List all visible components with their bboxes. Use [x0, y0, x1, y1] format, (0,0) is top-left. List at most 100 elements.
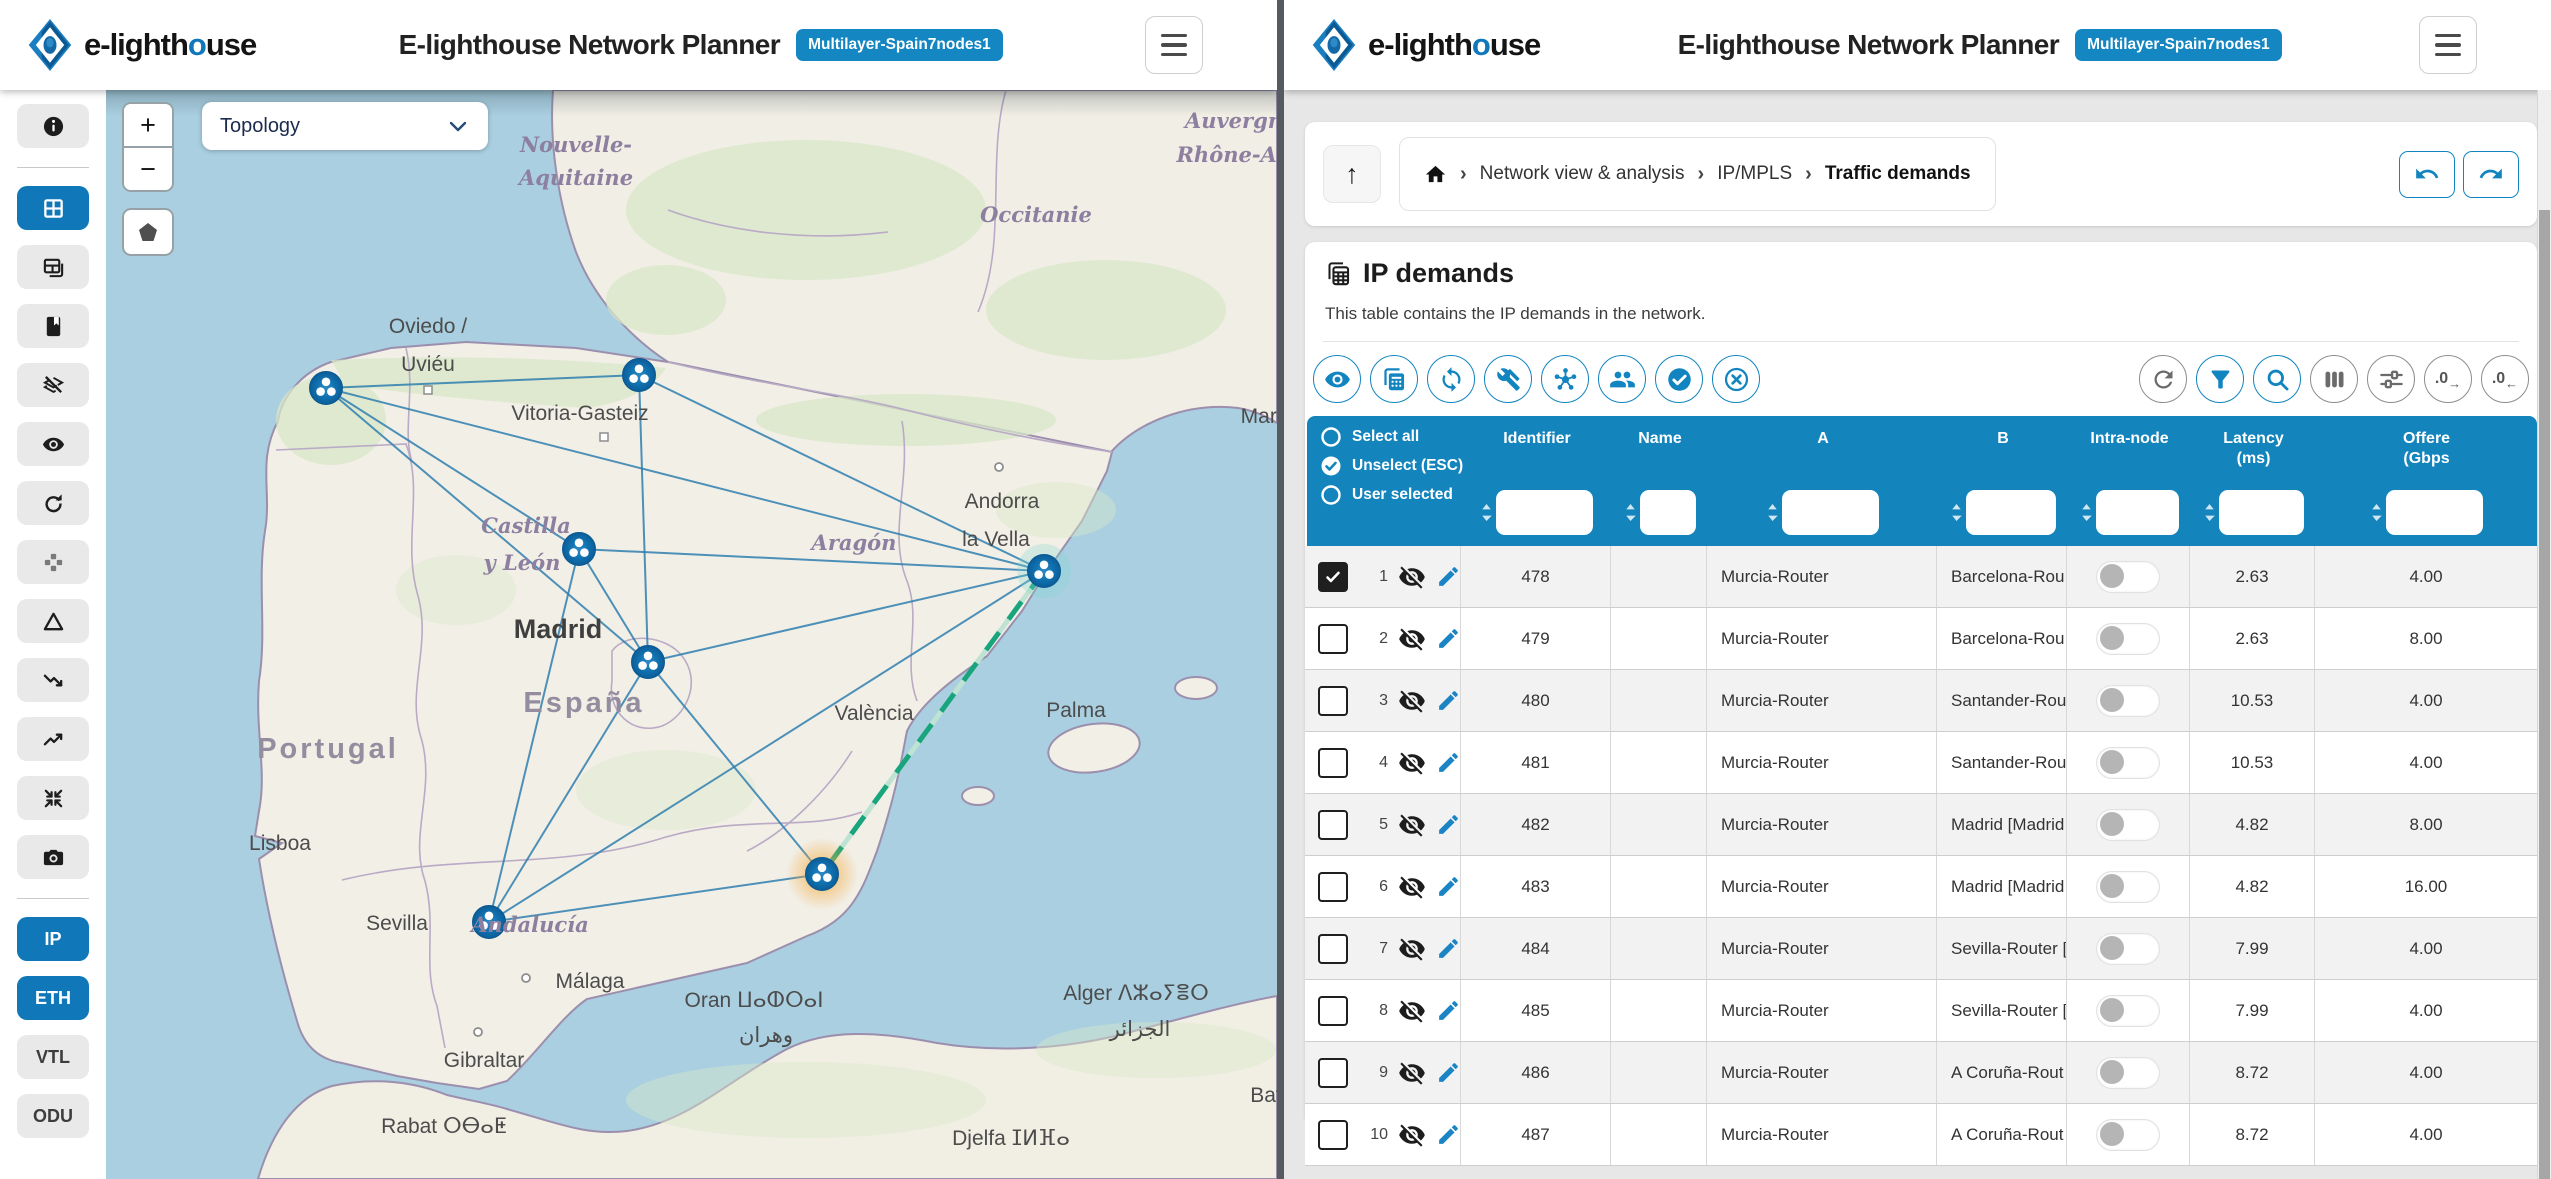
- sidebar-item-redo-icon[interactable]: [17, 481, 89, 525]
- redo-button[interactable]: [2463, 151, 2519, 198]
- edit-row-pencil-icon[interactable]: [1436, 750, 1460, 775]
- zoom-out-button[interactable]: −: [124, 148, 172, 190]
- select-option-select-all[interactable]: Select all: [1320, 426, 1462, 448]
- map-node-barcelona[interactable]: [1017, 544, 1071, 598]
- sidebar-item-bookmark-icon[interactable]: [17, 304, 89, 348]
- intra-node-toggle[interactable]: [2096, 561, 2160, 593]
- menu-button[interactable]: [2419, 16, 2477, 74]
- map-node-coruna[interactable]: [310, 372, 343, 405]
- search-button[interactable]: [2253, 355, 2301, 403]
- hide-row-eye-off-icon[interactable]: [1398, 1121, 1426, 1149]
- hide-row-eye-off-icon[interactable]: [1398, 749, 1426, 777]
- edit-row-pencil-icon[interactable]: [1436, 1060, 1460, 1085]
- table-row[interactable]: 5482Murcia-RouterMadrid [Madrid4.828.00: [1305, 794, 2537, 856]
- row-checkbox[interactable]: [1318, 810, 1348, 840]
- table-row[interactable]: 3480Murcia-RouterSantander-Rou10.534.00: [1305, 670, 2537, 732]
- users-button[interactable]: [1598, 355, 1646, 403]
- select-option-user-selected[interactable]: User selected: [1320, 484, 1462, 506]
- decimal-left-button[interactable]: .0←: [2481, 355, 2529, 403]
- tools-button[interactable]: [1484, 355, 1532, 403]
- sidebar-item-eth[interactable]: ETH: [17, 976, 89, 1020]
- table-row[interactable]: 9486Murcia-RouterA Coruña-Rout8.724.00: [1305, 1042, 2537, 1104]
- hide-row-eye-off-icon[interactable]: [1398, 873, 1426, 901]
- window-resizer[interactable]: [1277, 0, 1284, 1179]
- table-row[interactable]: 1478Murcia-RouterBarcelona-Rou2.634.00: [1305, 546, 2537, 608]
- sidebar-item-camera-icon[interactable]: [17, 835, 89, 879]
- sort-icon[interactable]: [1767, 503, 1778, 522]
- row-checkbox[interactable]: [1318, 562, 1348, 592]
- intra-node-toggle[interactable]: [2096, 995, 2160, 1027]
- scrollbar-thumb[interactable]: [2539, 210, 2550, 1179]
- filter-input-name[interactable]: [1640, 490, 1696, 535]
- sidebar-item-vtl[interactable]: VTL: [17, 1035, 89, 1079]
- sort-icon[interactable]: [1481, 503, 1492, 522]
- map-canvas[interactable]: Nouvelle-AquitaineAuvergnRhône-AlpOccita…: [106, 90, 1277, 1179]
- sidebar-item-windows-icon[interactable]: [17, 245, 89, 289]
- column-label[interactable]: B: [1997, 429, 2009, 473]
- hide-row-eye-off-icon[interactable]: [1398, 687, 1426, 715]
- check-circle-button[interactable]: [1655, 355, 1703, 403]
- table-row[interactable]: 8485Murcia-RouterSevilla-Router [7.994.0…: [1305, 980, 2537, 1042]
- sidebar-item-collapse-icon[interactable]: [17, 776, 89, 820]
- row-checkbox[interactable]: [1318, 624, 1348, 654]
- filter-input-latency[interactable]: [2219, 490, 2304, 535]
- sort-icon[interactable]: [2371, 503, 2382, 522]
- intra-node-toggle[interactable]: [2096, 623, 2160, 655]
- vertical-scrollbar[interactable]: [2537, 90, 2551, 1179]
- sidebar-item-eye-icon[interactable]: [17, 422, 89, 466]
- sidebar-item-triangle-icon[interactable]: [17, 599, 89, 643]
- hide-row-eye-off-icon[interactable]: [1398, 935, 1426, 963]
- sidebar-item-grid-icon[interactable]: [17, 186, 89, 230]
- edit-row-pencil-icon[interactable]: [1436, 936, 1460, 961]
- filter-input-identifier[interactable]: [1496, 490, 1593, 535]
- undo-button[interactable]: [2399, 151, 2455, 198]
- filter-button[interactable]: [2196, 355, 2244, 403]
- select-option-unselect-esc-[interactable]: Unselect (ESC): [1320, 455, 1462, 477]
- hide-row-eye-off-icon[interactable]: [1398, 811, 1426, 839]
- column-label[interactable]: Identifier: [1503, 429, 1571, 473]
- sort-icon[interactable]: [2081, 503, 2092, 522]
- breadcrumb-item-traffic-demands[interactable]: Traffic demands: [1825, 163, 1971, 185]
- sort-icon[interactable]: [2204, 503, 2215, 522]
- home-icon[interactable]: [1424, 163, 1447, 186]
- table-row[interactable]: 7484Murcia-RouterSevilla-Router [7.994.0…: [1305, 918, 2537, 980]
- edit-row-pencil-icon[interactable]: [1436, 812, 1460, 837]
- table-row[interactable]: 10487Murcia-RouterA Coruña-Rout8.724.00: [1305, 1104, 2537, 1166]
- edit-row-pencil-icon[interactable]: [1436, 564, 1460, 589]
- decimal-right-button[interactable]: .0→: [2424, 355, 2472, 403]
- filter-input-intra-node[interactable]: [2096, 490, 2179, 535]
- intra-node-toggle[interactable]: [2096, 809, 2160, 841]
- navigate-up-button[interactable]: ↑: [1323, 145, 1381, 203]
- row-checkbox[interactable]: [1318, 1120, 1348, 1150]
- sync-button[interactable]: [1427, 355, 1475, 403]
- column-label[interactable]: Intra-node: [2090, 429, 2168, 473]
- sort-icon[interactable]: [1951, 503, 1962, 522]
- intra-node-toggle[interactable]: [2096, 1057, 2160, 1089]
- row-checkbox[interactable]: [1318, 1058, 1348, 1088]
- table-row[interactable]: 6483Murcia-RouterMadrid [Madrid4.8216.00: [1305, 856, 2537, 918]
- sidebar-item-info-icon[interactable]: [17, 104, 89, 148]
- show-eye-button[interactable]: [1313, 355, 1361, 403]
- cancel-circle-button[interactable]: [1712, 355, 1760, 403]
- intra-node-toggle[interactable]: [2096, 747, 2160, 779]
- map-layer-select[interactable]: Topology: [202, 102, 488, 150]
- breadcrumb-item-ip-mpls[interactable]: IP/MPLS: [1717, 163, 1792, 185]
- intra-node-toggle[interactable]: [2096, 1119, 2160, 1151]
- table-row[interactable]: 4481Murcia-RouterSantander-Rou10.534.00: [1305, 732, 2537, 794]
- sidebar-item-trend-down-icon[interactable]: [17, 658, 89, 702]
- sidebar-item-ip[interactable]: IP: [17, 917, 89, 961]
- hide-row-eye-off-icon[interactable]: [1398, 1059, 1426, 1087]
- menu-button[interactable]: [1145, 16, 1203, 74]
- intra-node-toggle[interactable]: [2096, 685, 2160, 717]
- zoom-in-button[interactable]: +: [124, 104, 172, 148]
- edit-row-pencil-icon[interactable]: [1436, 688, 1460, 713]
- columns-button[interactable]: [2310, 355, 2358, 403]
- row-checkbox[interactable]: [1318, 748, 1348, 778]
- map-node-santander[interactable]: [623, 359, 656, 392]
- edit-row-pencil-icon[interactable]: [1436, 1122, 1460, 1147]
- table-row[interactable]: 2479Murcia-RouterBarcelona-Rou2.638.00: [1305, 608, 2537, 670]
- edit-row-pencil-icon[interactable]: [1436, 998, 1460, 1023]
- column-label[interactable]: Latency(ms): [2223, 429, 2283, 473]
- hide-row-eye-off-icon[interactable]: [1398, 997, 1426, 1025]
- sort-icon[interactable]: [1625, 503, 1636, 522]
